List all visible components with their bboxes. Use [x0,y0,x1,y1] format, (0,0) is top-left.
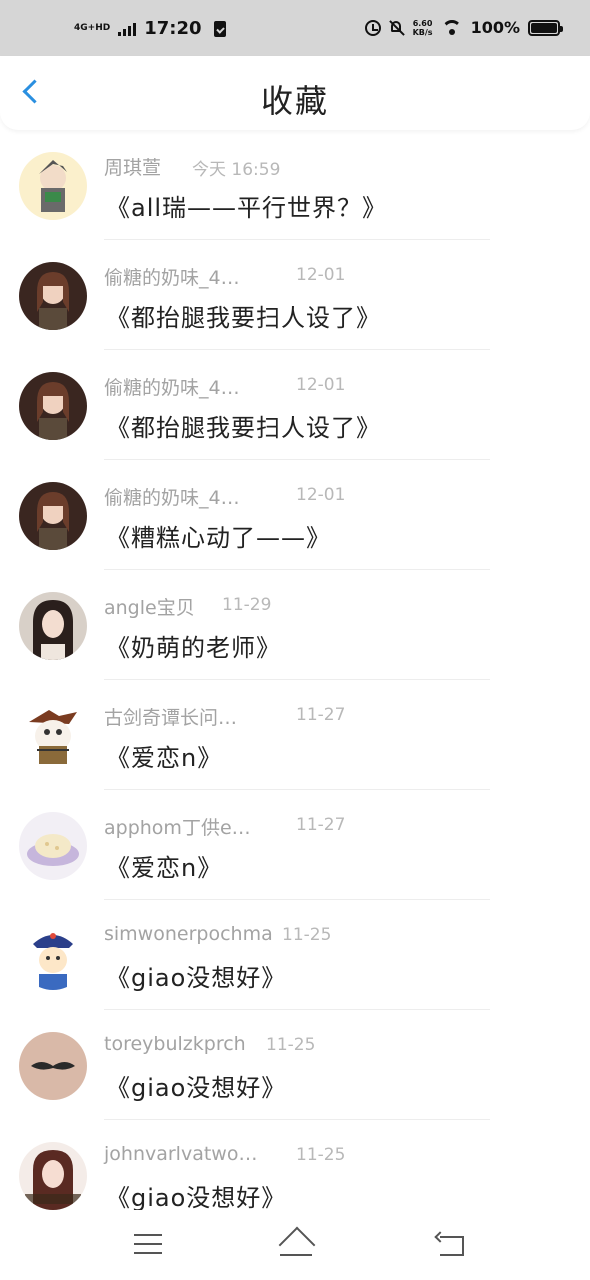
signal-icon [118,22,137,36]
item-time: 12-01 [296,485,346,505]
network-speed-unit: KB/s [412,27,433,37]
item-time: 12-01 [296,375,346,395]
battery-icon [528,19,563,36]
wifi-icon [441,20,463,36]
item-meta: angle宝贝 11-29 [104,593,404,619]
item-time: 11-27 [296,815,346,835]
avatar[interactable] [19,812,87,880]
work-title: 《爱恋n》 [106,744,223,772]
avatar[interactable] [19,1032,87,1100]
status-right: 6.60 KB/s 100% [364,18,563,37]
home-icon[interactable] [276,1230,316,1258]
list-item[interactable]: 周琪萱 今天 16:59 《all瑞——平行世界？》 [0,130,590,240]
alarm-icon [364,19,381,36]
back-icon[interactable] [434,1232,466,1256]
work-title: 《all瑞——平行世界？》 [106,194,388,222]
item-time: 11-27 [296,705,346,725]
network-speed-value: 6.60 [412,18,433,28]
status-bar: 4G+HD 17:20 6.60 KB/s 100% [0,0,590,56]
author-name: angle宝贝 [104,597,195,619]
network-speed: 6.60 KB/s [413,19,433,37]
navigation-bar [0,1210,590,1280]
item-meta: toreybulzkprch 11-25 [104,1033,404,1059]
clipboard-icon [213,20,226,37]
page-title: 收藏 [260,82,329,120]
work-title: 《奶萌的老师》 [106,634,281,662]
page-header: 收藏 [0,56,590,130]
avatar[interactable] [19,372,87,440]
network-type: 4G+HD [74,23,111,33]
list-item[interactable]: 古剑奇谭长问… 11-27 《爱恋n》 [0,680,590,790]
author-name: apphom丁供e… [104,817,251,839]
status-left: 4G+HD 17:20 [74,18,226,39]
author-name: 古剑奇谭长问… [104,707,238,729]
author-name: 偷糖的奶味_4… [104,377,240,399]
item-meta: 古剑奇谭长问… 11-27 [104,703,404,729]
item-meta: 偷糖的奶味_4… 12-01 [104,373,404,399]
author-name: 偷糖的奶味_4… [104,267,240,289]
favorites-list: 周琪萱 今天 16:59 《all瑞——平行世界？》 偷糖的奶味_4… 12-0… [0,130,590,1230]
list-item[interactable]: 偷糖的奶味_4… 12-01 《都抬腿我要扫人设了》 [0,240,590,350]
avatar[interactable] [19,922,87,990]
author-name: johnvarlvatwo… [104,1143,258,1165]
battery-percent: 100% [470,18,520,37]
list-item[interactable]: simwonerpochma 11-25 《giao没想好》 [0,900,590,1010]
work-title: 《giao没想好》 [106,1184,287,1212]
work-title: 《都抬腿我要扫人设了》 [106,304,381,332]
item-time: 11-25 [266,1035,316,1055]
mute-icon [389,20,405,36]
avatar[interactable] [19,262,87,330]
list-item[interactable]: toreybulzkprch 11-25 《giao没想好》 [0,1010,590,1120]
item-meta: 周琪萱 今天 16:59 [104,153,404,180]
item-meta: 偷糖的奶味_4… 12-01 [104,483,404,509]
work-title: 《爱恋n》 [106,854,223,882]
author-name: 周琪萱 [104,157,162,179]
avatar[interactable] [19,1142,87,1210]
item-time: 11-29 [222,595,272,615]
author-name: toreybulzkprch [104,1033,246,1055]
avatar[interactable] [19,592,87,660]
list-item[interactable]: apphom丁供e… 11-27 《爱恋n》 [0,790,590,900]
status-time: 17:20 [144,18,202,39]
work-title: 《giao没想好》 [106,964,287,992]
author-name: simwonerpochma [104,923,273,945]
menu-icon[interactable] [134,1234,162,1256]
list-item[interactable]: 偷糖的奶味_4… 12-01 《都抬腿我要扫人设了》 [0,350,590,460]
item-meta: simwonerpochma 11-25 [104,923,404,949]
item-meta: 偷糖的奶味_4… 12-01 [104,263,404,289]
item-time: 今天 16:59 [192,160,281,180]
list-item[interactable]: angle宝贝 11-29 《奶萌的老师》 [0,570,590,680]
avatar[interactable] [19,152,87,220]
item-time: 11-25 [282,925,332,945]
list-item[interactable]: 偷糖的奶味_4… 12-01 《糟糕心动了——》 [0,460,590,570]
item-meta: apphom丁供e… 11-27 [104,813,404,839]
item-time: 12-01 [296,265,346,285]
work-title: 《糟糕心动了——》 [106,524,331,552]
author-name: 偷糖的奶味_4… [104,487,240,509]
avatar[interactable] [19,482,87,550]
work-title: 《giao没想好》 [106,1074,287,1102]
work-title: 《都抬腿我要扫人设了》 [106,414,381,442]
avatar[interactable] [19,702,87,770]
item-time: 11-25 [296,1145,346,1165]
item-meta: johnvarlvatwo… 11-25 [104,1143,404,1169]
